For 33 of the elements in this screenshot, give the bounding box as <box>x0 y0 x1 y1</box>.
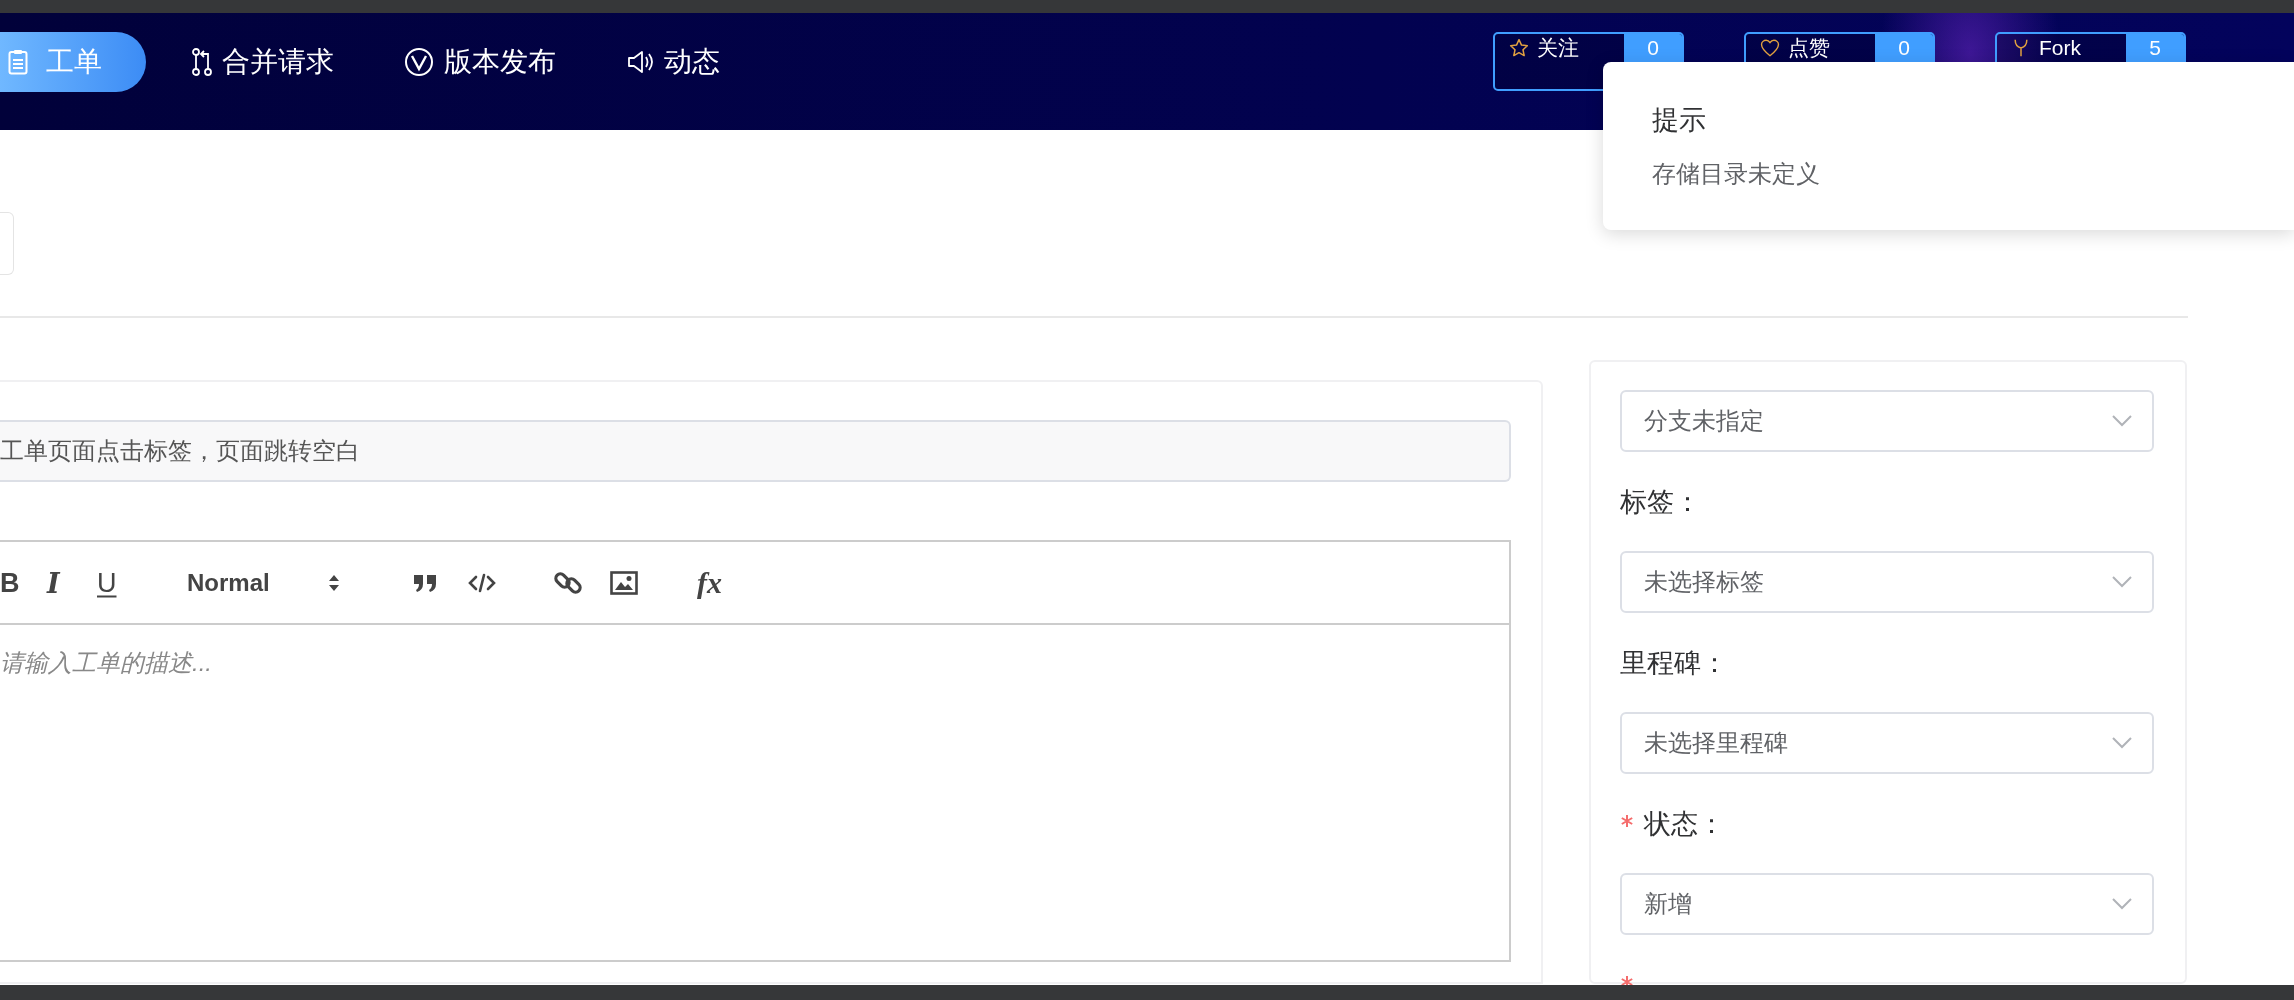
select-field[interactable]: 未选择标签 <box>1620 551 2154 613</box>
clipboard-icon <box>8 49 28 75</box>
field-label: 状态： <box>1644 807 1725 841</box>
nav-tab[interactable]: 版本发布 <box>374 32 580 92</box>
notification-title: 提示 <box>1652 104 1706 137</box>
chevron-down-icon <box>2112 576 2132 588</box>
heading-picker[interactable]: Normal <box>187 568 340 597</box>
version-icon <box>404 47 434 77</box>
select-field[interactable]: 新增 <box>1620 873 2154 935</box>
formula-button[interactable]: fx <box>697 565 722 600</box>
italic-button[interactable]: I <box>47 567 60 598</box>
quote-icon[interactable] <box>412 572 438 593</box>
field-label: 里程碑： <box>1620 646 1728 680</box>
nav-tab[interactable]: 合并请求 <box>162 32 358 92</box>
sort-icon <box>327 573 340 592</box>
bold-button[interactable]: B <box>0 567 20 598</box>
field-label: 标签： <box>1620 485 1701 519</box>
chevron-down-icon <box>2112 898 2132 910</box>
chevron-down-icon <box>2112 415 2132 427</box>
select-field[interactable]: 未选择里程碑 <box>1620 712 2154 774</box>
chevron-down-icon <box>2112 737 2132 749</box>
speaker-icon <box>626 48 654 76</box>
heart-icon <box>1760 38 1780 58</box>
notification-message: 存储目录未定义 <box>1652 159 1821 189</box>
merge-icon <box>192 48 212 76</box>
description-editor[interactable]: B I U Normal fx 请输入工单的描述... <box>0 540 1511 962</box>
title-field[interactable]: 工单页面点击标签，页面跳转空白 <box>0 420 1511 482</box>
image-icon[interactable] <box>610 570 638 595</box>
select-field[interactable]: 分支未指定 <box>1620 390 2154 452</box>
code-icon[interactable] <box>468 572 496 593</box>
nav-tab[interactable]: 动态 <box>596 32 744 92</box>
underline-button[interactable]: U <box>97 567 117 598</box>
star-icon <box>1509 38 1529 58</box>
